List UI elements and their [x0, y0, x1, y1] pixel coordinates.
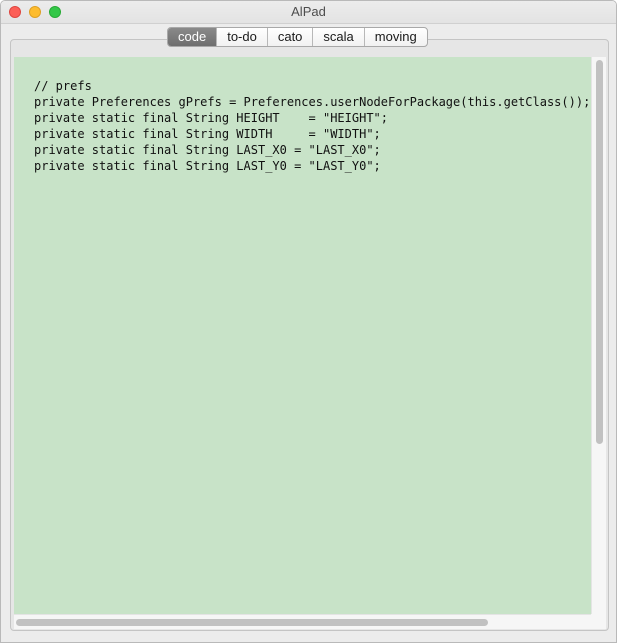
title-bar[interactable]: AlPad: [1, 1, 616, 24]
code-line: private static final String WIDTH = "WID…: [34, 127, 381, 141]
tab-cato[interactable]: cato: [266, 28, 313, 46]
tab-bar: code to-do cato scala moving: [167, 27, 428, 47]
text-editor[interactable]: // prefs private Preferences gPrefs = Pr…: [14, 57, 591, 614]
horizontal-scrollbar[interactable]: [14, 614, 591, 629]
scrollbar-corner: [591, 614, 606, 629]
code-line: // prefs: [34, 79, 92, 93]
code-line: private Preferences gPrefs = Preferences…: [34, 95, 591, 109]
window-title: AlPad: [291, 4, 326, 19]
vertical-scroll-thumb[interactable]: [596, 60, 603, 444]
app-window: AlPad code to-do cato scala moving // pr…: [0, 0, 617, 643]
code-text[interactable]: // prefs private Preferences gPrefs = Pr…: [34, 78, 590, 174]
code-line: private static final String LAST_Y0 = "L…: [34, 159, 381, 173]
tab-code[interactable]: code: [168, 28, 217, 46]
tab-moving[interactable]: moving: [363, 28, 427, 46]
horizontal-scroll-thumb[interactable]: [16, 619, 488, 626]
code-line: private static final String LAST_X0 = "L…: [34, 143, 381, 157]
tab-scala[interactable]: scala: [312, 28, 363, 46]
tab-to-do[interactable]: to-do: [216, 28, 267, 46]
vertical-scrollbar[interactable]: [591, 57, 606, 614]
code-line: private static final String HEIGHT = "HE…: [34, 111, 389, 125]
